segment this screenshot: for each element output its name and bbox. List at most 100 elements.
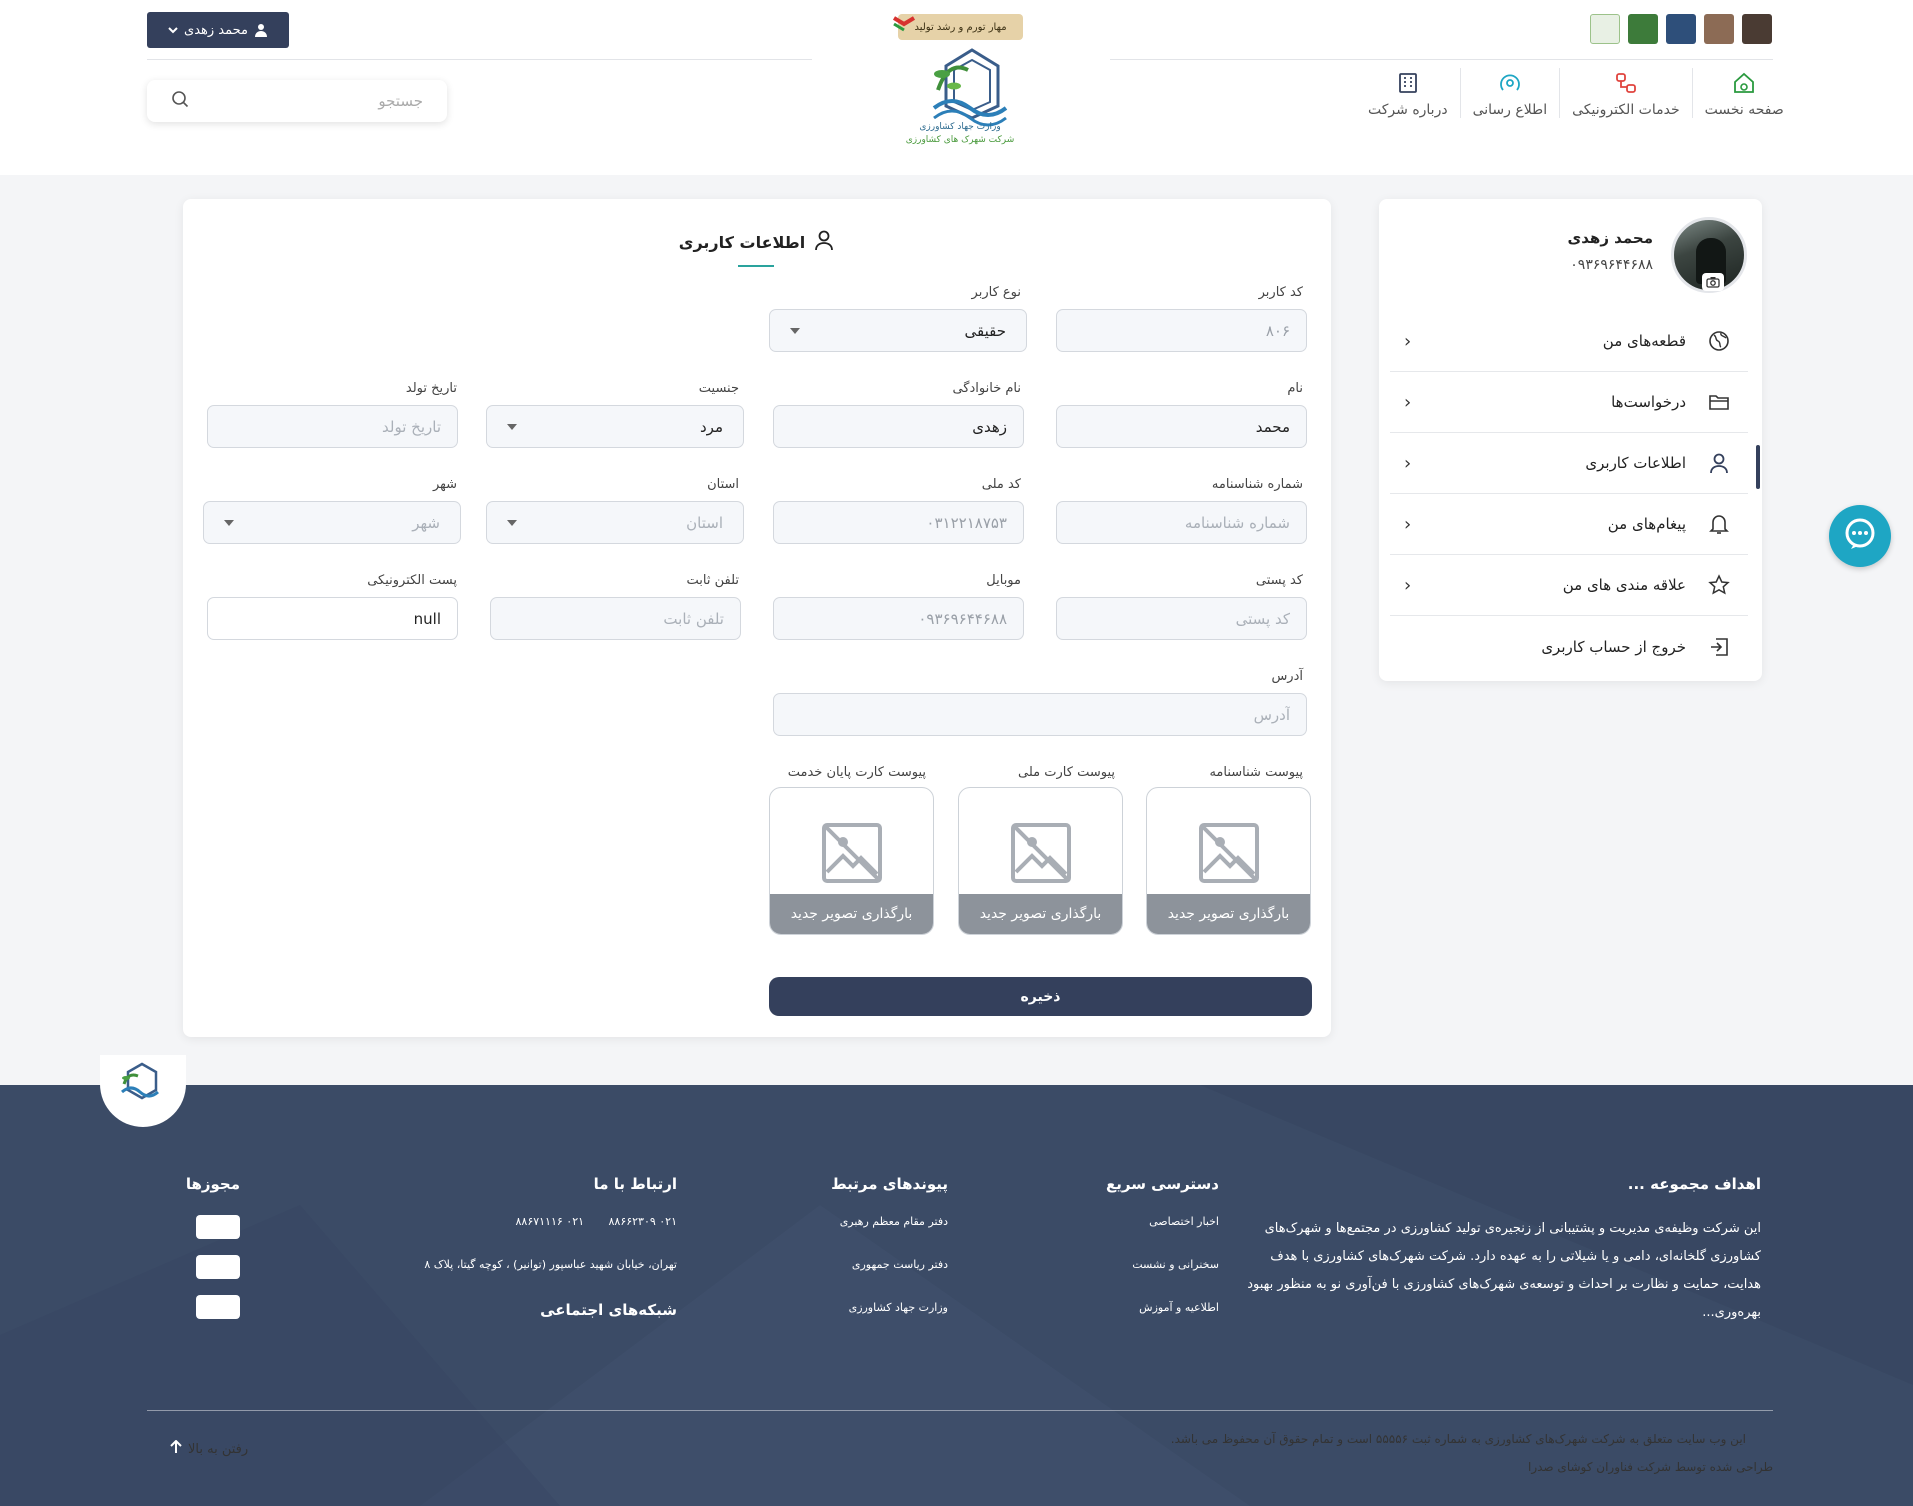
first-name-label: نام xyxy=(1287,381,1303,396)
chevron-left-icon: ‹ xyxy=(1404,330,1412,352)
license-badge[interactable] xyxy=(196,1215,240,1239)
user-menu-button[interactable]: محمد زهدی xyxy=(147,12,289,48)
province-label: استان xyxy=(707,477,739,492)
search-box xyxy=(147,80,447,122)
portrait-badge-icon[interactable] xyxy=(1742,14,1772,44)
footer-logo[interactable] xyxy=(116,1060,164,1104)
footer-link[interactable]: اخبار اختصاصی xyxy=(1106,1215,1219,1228)
sidebar-item-favorites[interactable]: علاقه مندی های من ‹ xyxy=(1390,555,1748,616)
services-icon xyxy=(1614,68,1638,98)
partner-badges xyxy=(1590,14,1772,44)
nav-item-services[interactable]: خدمات الکترونیکی xyxy=(1559,68,1692,118)
footer-goals-title: اهداف مجموعه ... xyxy=(1627,1175,1761,1193)
title-underline xyxy=(738,265,774,267)
site-header: محمد زهدی مهار تورم و رشد تولید وزارت جه… xyxy=(0,0,1913,175)
footer-address: تهران، خیابان شهید عباسپور (توانیر) ، کو… xyxy=(424,1258,677,1271)
sidebar-item-requests[interactable]: درخواست‌ها ‹ xyxy=(1390,372,1748,433)
license-badge[interactable] xyxy=(196,1295,240,1319)
birth-date-field[interactable] xyxy=(207,405,458,448)
footer-social-title: شبکه‌های اجتماعی xyxy=(540,1301,677,1319)
chevron-left-icon: ‹ xyxy=(1404,391,1412,413)
address-field[interactable] xyxy=(773,693,1307,736)
footer-contact-title: ارتباط با ما xyxy=(593,1175,677,1193)
footer-contact: ارتباط با ما ۰۲۱ ۸۸۶۶۲۳۰۹ ۰۲۱ ۸۸۶۷۱۱۱۶ ت… xyxy=(424,1175,677,1341)
user-code-field[interactable] xyxy=(1056,309,1307,352)
city-select[interactable]: شهر xyxy=(203,501,461,544)
chat-button[interactable] xyxy=(1829,505,1891,567)
user-type-label: نوع کاربر xyxy=(971,285,1021,300)
phone-field[interactable] xyxy=(490,597,741,640)
image-placeholder-icon xyxy=(821,822,883,888)
nav-item-home[interactable]: صفحه نخست xyxy=(1691,68,1796,118)
footer-phone[interactable]: ۰۲۱ ۸۸۶۶۲۳۰۹ xyxy=(609,1215,678,1228)
sidebar-item-messages[interactable]: پیغام‌های من ‹ xyxy=(1390,494,1748,555)
id-number-field[interactable] xyxy=(1056,501,1307,544)
upload-label-national-card: پیوست کارت ملی xyxy=(1018,765,1115,780)
national-code-field[interactable] xyxy=(773,501,1024,544)
partner-badge-icon[interactable] xyxy=(1666,14,1696,44)
save-button[interactable]: ذخیره xyxy=(769,977,1312,1016)
footer-link[interactable]: وزارت جهاد کشاورزی xyxy=(831,1301,948,1314)
upload-button[interactable]: بارگذاری تصویر جدید xyxy=(959,894,1122,934)
chevron-left-icon: ‹ xyxy=(1404,513,1412,535)
upload-service-card[interactable]: بارگذاری تصویر جدید xyxy=(769,787,934,935)
email-field[interactable] xyxy=(207,597,458,640)
chevron-down-icon xyxy=(168,26,178,34)
mobile-label: موبایل xyxy=(986,573,1021,588)
postal-code-field[interactable] xyxy=(1056,597,1307,640)
license-badge[interactable] xyxy=(196,1255,240,1279)
footer-goals-text: این شرکت وظیفه‌ی مدیریت و پشتیبانی از زن… xyxy=(1247,1221,1761,1320)
postal-code-label: کد پستی xyxy=(1255,573,1303,588)
folder-icon xyxy=(1704,392,1734,412)
gender-label: جنسیت xyxy=(698,381,739,396)
search-icon[interactable] xyxy=(171,90,189,112)
last-name-label: نام خانوادگی xyxy=(952,381,1021,396)
nav-item-about[interactable]: درباره شرکت xyxy=(1356,68,1460,118)
footer-related-links: پیوندهای مرتبط دفتر مقام معظم رهبری دفتر… xyxy=(831,1175,948,1344)
search-input[interactable] xyxy=(189,92,423,110)
first-name-field[interactable] xyxy=(1056,405,1307,448)
mobile-field[interactable] xyxy=(773,597,1024,640)
nav-label: درباره شرکت xyxy=(1368,102,1448,118)
partner-badge-icon[interactable] xyxy=(1628,14,1658,44)
main-nav: صفحه نخست خدمات الکترونیکی اطلاع رسانی د… xyxy=(1356,68,1796,118)
chat-icon xyxy=(1842,516,1878,556)
user-code-label: کد کاربر xyxy=(1258,285,1303,300)
last-name-field[interactable] xyxy=(773,405,1024,448)
form-title: اطلاعات کاربری xyxy=(183,229,1331,255)
footer-link[interactable]: دفتر مقام معظم رهبری xyxy=(831,1215,948,1228)
user-type-select[interactable]: حقیقی xyxy=(769,309,1027,352)
sidebar-item-logout[interactable]: خروج از حساب کاربری xyxy=(1390,616,1748,677)
bell-icon xyxy=(1704,513,1734,535)
footer-link[interactable]: دفتر ریاست جمهوری xyxy=(831,1258,948,1271)
profile-name: محمد زهدی xyxy=(1567,229,1654,247)
partner-badge-icon[interactable] xyxy=(1590,14,1620,44)
camera-icon[interactable] xyxy=(1702,273,1724,291)
sidebar-item-user-info[interactable]: اطلاعات کاربری ‹ xyxy=(1390,433,1760,494)
province-select[interactable]: استان xyxy=(486,501,744,544)
footer-link[interactable]: اطلاعیه و آموزش xyxy=(1106,1301,1219,1314)
nav-label: اطلاع رسانی xyxy=(1472,102,1548,118)
footer-link[interactable]: سخنرانی و نشست xyxy=(1106,1258,1219,1271)
nav-label: خدمات الکترونیکی xyxy=(1572,102,1680,118)
portrait-badge-icon[interactable] xyxy=(1704,14,1734,44)
upload-national-card[interactable]: بارگذاری تصویر جدید xyxy=(958,787,1123,935)
footer-quick-access: دسترسی سریع اخبار اختصاصی سخنرانی و نشست… xyxy=(1106,1175,1219,1344)
user-info-form: اطلاعات کاربری کد کاربر نوع کاربر حقیقی … xyxy=(183,199,1331,1037)
upload-button[interactable]: بارگذاری تصویر جدید xyxy=(770,894,933,934)
footer-copyright: این وب سایت متعلق به شرکت شهرک‌های کشاور… xyxy=(1170,1432,1746,1446)
address-label: آدرس xyxy=(1271,669,1303,684)
upload-id-card[interactable]: بارگذاری تصویر جدید xyxy=(1146,787,1311,935)
caret-down-icon xyxy=(507,519,517,526)
footer-divider xyxy=(147,1410,1773,1411)
email-label: پست الکترونیکی xyxy=(367,573,457,588)
broadcast-icon xyxy=(1498,68,1522,98)
user-menu-label: محمد زهدی xyxy=(184,22,248,38)
nav-item-news[interactable]: اطلاع رسانی xyxy=(1459,68,1560,118)
footer-phone[interactable]: ۰۲۱ ۸۸۶۷۱۱۱۶ xyxy=(516,1215,585,1228)
gender-select[interactable]: مرد xyxy=(486,405,744,448)
upload-button[interactable]: بارگذاری تصویر جدید xyxy=(1147,894,1310,934)
city-label: شهر xyxy=(432,477,457,492)
back-to-top-link[interactable]: رفتن به بالا xyxy=(170,1439,248,1458)
sidebar-item-plots[interactable]: قطعه‌های من ‹ xyxy=(1390,311,1748,372)
